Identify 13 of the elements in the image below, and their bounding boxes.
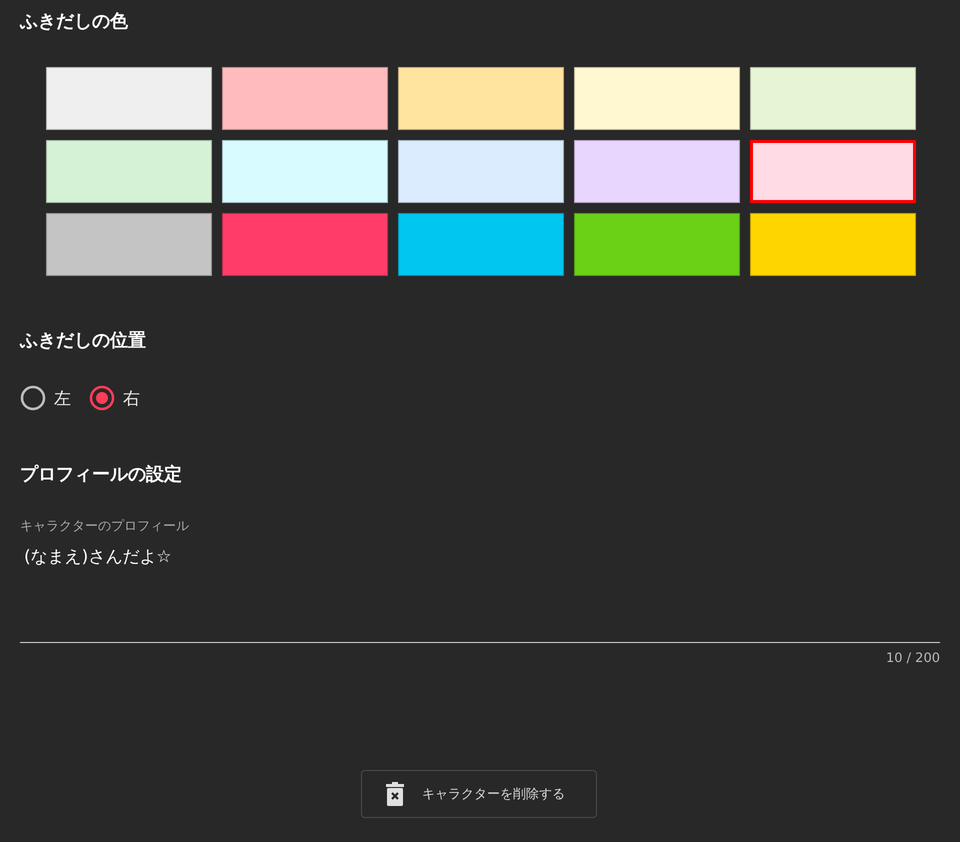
trash-icon <box>386 782 404 806</box>
input-field[interactable]: (なまえ)さんだよ☆ <box>20 539 940 643</box>
character-counter: 10 / 200 <box>886 651 940 666</box>
section-title: プロフィールの設定 <box>20 463 183 487</box>
section-title: ふきだしの位置 <box>20 329 147 353</box>
radio-button[interactable] <box>20 385 46 411</box>
radio-label: 右 <box>123 388 140 410</box>
delete-button[interactable]: キャラクターを削除する <box>361 770 597 818</box>
radio-button[interactable] <box>89 385 115 411</box>
color-swatch[interactable] <box>750 140 916 203</box>
field-label: キャラクターのプロフィール <box>20 518 189 535</box>
section-title: ふきだしの色 <box>20 10 129 34</box>
radio-label: 左 <box>54 388 71 410</box>
